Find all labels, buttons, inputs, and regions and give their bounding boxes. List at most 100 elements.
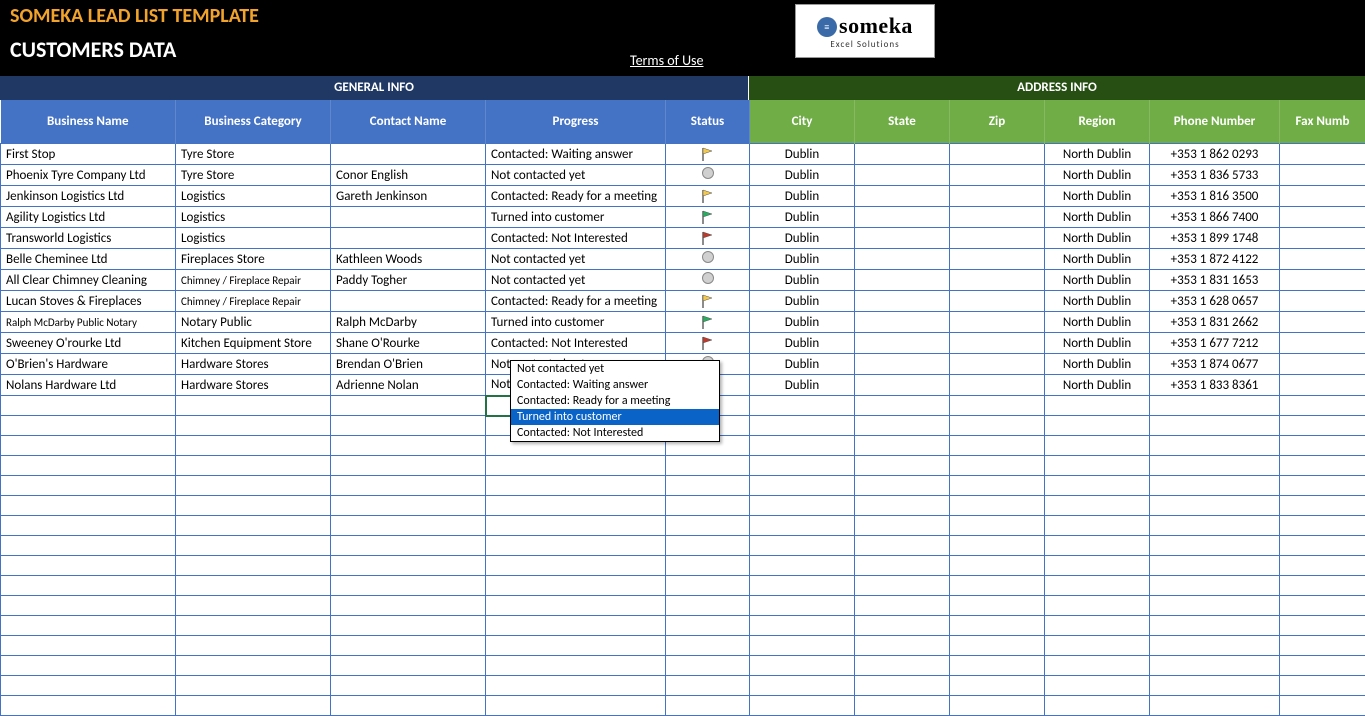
empty-cell[interactable] bbox=[486, 516, 666, 536]
empty-cell[interactable] bbox=[486, 496, 666, 516]
empty-cell[interactable] bbox=[855, 676, 950, 696]
empty-cell[interactable] bbox=[1280, 496, 1365, 516]
cell-city[interactable]: Dublin bbox=[750, 312, 855, 333]
empty-cell[interactable] bbox=[331, 456, 486, 476]
empty-cell[interactable] bbox=[855, 696, 950, 716]
cell-zip[interactable] bbox=[950, 186, 1045, 207]
empty-cell[interactable] bbox=[1280, 676, 1365, 696]
empty-cell[interactable] bbox=[855, 496, 950, 516]
empty-cell[interactable] bbox=[666, 636, 750, 656]
col-contact-name[interactable]: Contact Name bbox=[331, 100, 486, 144]
empty-cell[interactable] bbox=[666, 476, 750, 496]
cell-business-name[interactable]: Agility Logistics Ltd bbox=[1, 207, 176, 228]
empty-cell[interactable] bbox=[1, 596, 176, 616]
cell-phone[interactable]: +353 1 866 7400 bbox=[1150, 207, 1280, 228]
empty-cell[interactable] bbox=[950, 416, 1045, 436]
empty-cell[interactable] bbox=[855, 516, 950, 536]
cell-state[interactable] bbox=[855, 333, 950, 354]
empty-cell[interactable] bbox=[750, 656, 855, 676]
cell-state[interactable] bbox=[855, 249, 950, 270]
cell-business-category[interactable]: Tyre Store bbox=[176, 144, 331, 165]
empty-cell[interactable] bbox=[331, 556, 486, 576]
empty-cell[interactable] bbox=[950, 496, 1045, 516]
empty-cell[interactable] bbox=[855, 436, 950, 456]
cell-region[interactable]: North Dublin bbox=[1045, 249, 1150, 270]
empty-cell[interactable] bbox=[855, 456, 950, 476]
col-fax[interactable]: Fax Numb bbox=[1280, 100, 1365, 144]
empty-cell[interactable] bbox=[1, 656, 176, 676]
empty-cell[interactable] bbox=[950, 556, 1045, 576]
empty-cell[interactable] bbox=[666, 656, 750, 676]
empty-cell[interactable] bbox=[331, 596, 486, 616]
cell-status[interactable] bbox=[666, 249, 750, 270]
empty-cell[interactable] bbox=[1150, 436, 1280, 456]
empty-cell[interactable] bbox=[486, 596, 666, 616]
empty-cell[interactable] bbox=[331, 656, 486, 676]
cell-progress[interactable]: Turned into customer bbox=[486, 207, 666, 228]
cell-contact-name[interactable] bbox=[331, 207, 486, 228]
empty-cell[interactable] bbox=[855, 656, 950, 676]
cell-region[interactable]: North Dublin bbox=[1045, 186, 1150, 207]
cell-state[interactable] bbox=[855, 186, 950, 207]
cell-fax[interactable] bbox=[1280, 312, 1365, 333]
cell-city[interactable]: Dublin bbox=[750, 270, 855, 291]
cell-contact-name[interactable]: Brendan O'Brien bbox=[331, 354, 486, 375]
empty-cell[interactable] bbox=[176, 676, 331, 696]
empty-cell[interactable] bbox=[666, 556, 750, 576]
empty-cell[interactable] bbox=[1, 416, 176, 436]
empty-cell[interactable] bbox=[486, 456, 666, 476]
cell-zip[interactable] bbox=[950, 249, 1045, 270]
empty-cell[interactable] bbox=[1150, 536, 1280, 556]
dropdown-option[interactable]: Contacted: Waiting answer bbox=[511, 377, 719, 393]
cell-city[interactable]: Dublin bbox=[750, 291, 855, 312]
empty-cell[interactable] bbox=[1150, 656, 1280, 676]
empty-cell[interactable] bbox=[750, 676, 855, 696]
empty-cell[interactable] bbox=[176, 436, 331, 456]
cell-city[interactable] bbox=[750, 396, 855, 416]
empty-cell[interactable] bbox=[176, 476, 331, 496]
cell-business-category[interactable]: Kitchen Equipment Store bbox=[176, 333, 331, 354]
cell-city[interactable]: Dublin bbox=[750, 228, 855, 249]
terms-link[interactable]: Terms of Use bbox=[630, 52, 704, 69]
empty-cell[interactable] bbox=[1280, 536, 1365, 556]
cell-region[interactable]: North Dublin bbox=[1045, 354, 1150, 375]
cell-state[interactable] bbox=[855, 312, 950, 333]
cell-zip[interactable] bbox=[950, 165, 1045, 186]
cell-phone[interactable]: +353 1 899 1748 bbox=[1150, 228, 1280, 249]
empty-cell[interactable] bbox=[855, 536, 950, 556]
cell-status[interactable] bbox=[666, 333, 750, 354]
cell-state[interactable] bbox=[855, 228, 950, 249]
empty-cell[interactable] bbox=[1280, 436, 1365, 456]
empty-cell[interactable] bbox=[1045, 556, 1150, 576]
col-business-name[interactable]: Business Name bbox=[1, 100, 176, 144]
empty-cell[interactable] bbox=[1280, 516, 1365, 536]
cell-phone[interactable]: +353 1 872 4122 bbox=[1150, 249, 1280, 270]
cell-phone[interactable]: +353 1 831 1653 bbox=[1150, 270, 1280, 291]
cell-business-category[interactable]: Hardware Stores bbox=[176, 375, 331, 396]
empty-cell[interactable] bbox=[331, 476, 486, 496]
cell-fax[interactable] bbox=[1280, 375, 1365, 396]
empty-cell[interactable] bbox=[1280, 576, 1365, 596]
empty-cell[interactable] bbox=[1045, 616, 1150, 636]
empty-cell[interactable] bbox=[1150, 416, 1280, 436]
empty-cell[interactable] bbox=[331, 636, 486, 656]
empty-cell[interactable] bbox=[1045, 456, 1150, 476]
empty-cell[interactable] bbox=[950, 636, 1045, 656]
empty-cell[interactable] bbox=[750, 556, 855, 576]
empty-cell[interactable] bbox=[666, 536, 750, 556]
cell-business-category[interactable]: Chimney / Fireplace Repair bbox=[176, 270, 331, 291]
empty-cell[interactable] bbox=[950, 596, 1045, 616]
empty-cell[interactable] bbox=[1150, 696, 1280, 716]
empty-cell[interactable] bbox=[750, 416, 855, 436]
empty-cell[interactable] bbox=[750, 476, 855, 496]
cell-fax[interactable] bbox=[1280, 186, 1365, 207]
empty-cell[interactable] bbox=[1, 456, 176, 476]
cell-business-category[interactable]: Logistics bbox=[176, 186, 331, 207]
cell-business-name[interactable]: O'Brien's Hardware bbox=[1, 354, 176, 375]
empty-cell[interactable] bbox=[176, 516, 331, 536]
cell-business-name[interactable]: Sweeney O'rourke Ltd bbox=[1, 333, 176, 354]
empty-cell[interactable] bbox=[666, 576, 750, 596]
cell-fax[interactable] bbox=[1280, 333, 1365, 354]
empty-cell[interactable] bbox=[950, 516, 1045, 536]
empty-cell[interactable] bbox=[1045, 436, 1150, 456]
